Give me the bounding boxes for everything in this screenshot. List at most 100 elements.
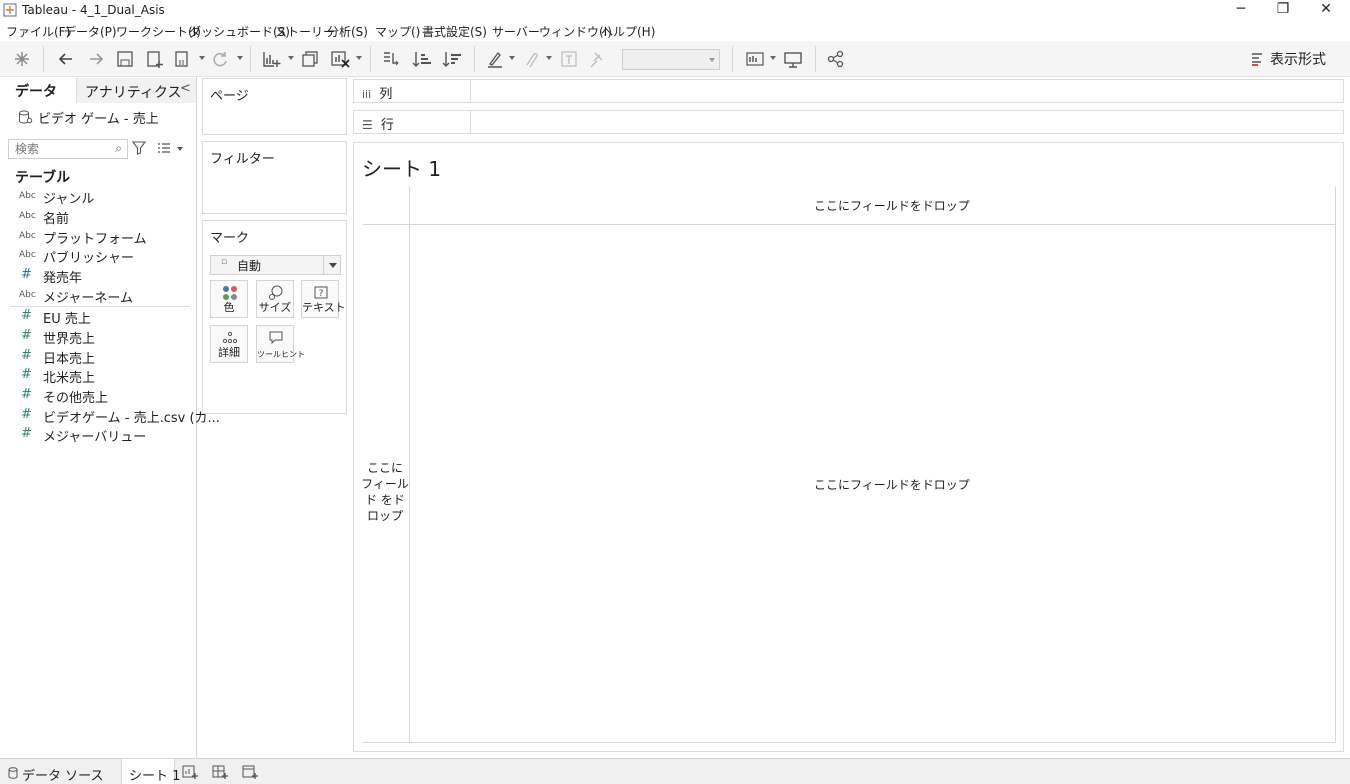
new-datasource-icon[interactable]	[144, 49, 166, 69]
menu-help[interactable]: ヘルプ(H)	[601, 23, 655, 40]
color-button[interactable]: 色	[210, 280, 248, 318]
new-dashboard-icon[interactable]	[211, 764, 229, 780]
tab-analytics[interactable]: アナリティクス	[76, 78, 196, 103]
menu-analysis[interactable]: 分析(S)	[327, 23, 368, 40]
collapse-pane-icon[interactable]: <	[180, 81, 191, 96]
field-item[interactable]: # 日本売上	[0, 347, 196, 367]
search-input[interactable]	[9, 140, 109, 158]
share-icon[interactable]	[825, 49, 847, 69]
sort-descending-icon[interactable]	[441, 49, 463, 69]
fit-select[interactable]	[622, 49, 720, 70]
field-name: 発売年	[43, 271, 83, 286]
field-item[interactable]: # 北米売上	[0, 366, 196, 386]
field-item[interactable]: Abc ジャンル	[0, 187, 196, 207]
refresh-icon[interactable]	[209, 49, 231, 69]
menu-format[interactable]: 書式設定(S)	[422, 23, 487, 40]
undo-icon[interactable]	[55, 49, 77, 69]
drop-field-columns-zone[interactable]: ここにフィールドをドロップ	[814, 197, 970, 214]
sort-ascending-icon[interactable]	[411, 49, 433, 69]
field-item[interactable]: Abc 名前	[0, 207, 196, 227]
chevron-down-icon[interactable]	[770, 56, 776, 60]
data-pane: データ アナリティクス < ビデオ ゲーム - 売上 ⌕ テーブル Abc ジャン…	[0, 77, 220, 758]
color-label: 色	[223, 301, 235, 314]
chevron-down-icon[interactable]	[546, 56, 552, 60]
chevron-down-icon[interactable]	[329, 263, 337, 268]
datasource-options-icon[interactable]	[172, 49, 194, 69]
number-type-icon: #	[21, 348, 32, 363]
chevron-down-icon[interactable]	[199, 56, 205, 60]
restore-button[interactable]: ❐	[1263, 0, 1303, 20]
field-item[interactable]: Abc プラットフォーム	[0, 227, 196, 247]
swap-rows-columns-icon[interactable]	[380, 49, 402, 69]
columns-shelf[interactable]: iii 列	[353, 79, 1344, 103]
field-item[interactable]: # メジャーバリュー	[0, 425, 196, 445]
new-worksheet-icon[interactable]	[260, 49, 282, 69]
field-item[interactable]: # EU 売上	[0, 307, 196, 327]
tooltip-button[interactable]: ツールヒント	[256, 325, 305, 363]
search-box[interactable]: ⌕	[8, 139, 128, 159]
new-worksheet-icon[interactable]	[181, 764, 199, 780]
drop-field-rows-zone[interactable]: ここに フィールド をドロップ	[360, 460, 410, 524]
highlight-icon[interactable]	[484, 49, 506, 69]
field-item[interactable]: # ビデオゲーム - 売上.csv (カ...	[0, 406, 220, 426]
chevron-down-icon[interactable]	[288, 56, 294, 60]
chevron-down-icon[interactable]	[509, 56, 515, 60]
field-item[interactable]: Abc パブリッシャー	[0, 246, 196, 266]
duplicate-sheet-icon[interactable]	[299, 49, 321, 69]
menu-server[interactable]: サーバー	[492, 23, 540, 40]
field-name: メジャーネーム	[43, 291, 133, 306]
auto-mark-icon: ▫	[221, 257, 228, 267]
fix-axes-pin-icon[interactable]	[586, 49, 608, 69]
menu-story[interactable]: ストーリー	[275, 23, 335, 40]
menu-data[interactable]: データ(P)	[64, 23, 117, 40]
tab-data-source-label: データ ソース	[22, 769, 104, 784]
pages-card[interactable]: ページ	[202, 78, 347, 135]
field-name: 名前	[43, 212, 70, 227]
rows-shelf[interactable]: ☰ 行	[353, 110, 1344, 134]
filter-icon[interactable]	[132, 141, 146, 155]
group-members-icon[interactable]	[519, 49, 541, 69]
tableau-logo-icon[interactable]	[11, 49, 33, 69]
redo-icon[interactable]	[85, 49, 107, 69]
show-cards-icon[interactable]	[744, 49, 766, 69]
sheet-title[interactable]: シート 1	[362, 153, 441, 182]
rows-icon: ☰	[362, 118, 373, 132]
field-item[interactable]: # 発売年	[0, 266, 196, 286]
size-button[interactable]: サイズ	[256, 280, 294, 318]
chevron-down-icon[interactable]	[177, 147, 183, 151]
save-icon[interactable]	[114, 49, 136, 69]
pages-card-title: ページ	[210, 89, 249, 104]
chevron-down-icon[interactable]	[237, 56, 243, 60]
number-type-icon: #	[21, 267, 32, 282]
field-name: メジャーバリュー	[43, 430, 147, 445]
chevron-down-icon[interactable]	[356, 56, 362, 60]
string-type-icon: Abc	[19, 250, 36, 260]
detail-button[interactable]: 詳細	[210, 325, 248, 363]
tooltip-label: ツールヒント	[257, 350, 305, 359]
field-name: ビデオゲーム - 売上.csv (カ...	[43, 411, 220, 426]
filters-card[interactable]: フィルター	[202, 141, 347, 214]
minimize-button[interactable]: ─	[1221, 0, 1261, 20]
close-button[interactable]: ✕	[1306, 0, 1346, 20]
text-button[interactable]: ? テキスト	[301, 280, 346, 318]
field-item[interactable]: Abc メジャーネーム	[0, 286, 196, 306]
field-item[interactable]: # 世界売上	[0, 327, 196, 347]
presentation-mode-icon[interactable]	[782, 49, 804, 69]
tab-data[interactable]: データ	[15, 81, 57, 101]
filters-card-title: フィルター	[210, 152, 275, 167]
mark-type-select[interactable]: ▫ 自動	[210, 255, 341, 275]
datasource-name: ビデオ ゲーム - 売上	[38, 112, 159, 127]
tab-sheet-1[interactable]: シート 1	[121, 759, 180, 784]
new-story-icon[interactable]	[241, 764, 259, 780]
menu-file[interactable]: ファイル(F)	[6, 23, 70, 40]
drop-field-main-zone[interactable]: ここにフィールドをドロップ	[814, 476, 970, 493]
view-list-icon[interactable]	[157, 141, 171, 155]
field-name: その他売上	[43, 391, 109, 406]
show-mark-labels-icon[interactable]	[558, 49, 580, 69]
field-item[interactable]: # その他売上	[0, 386, 196, 406]
clear-sheet-icon[interactable]	[329, 49, 351, 69]
menu-map[interactable]: マップ()	[375, 23, 420, 40]
columns-icon: iii	[362, 88, 372, 101]
chevron-down-icon[interactable]	[709, 58, 715, 62]
string-type-icon: Abc	[19, 191, 36, 201]
